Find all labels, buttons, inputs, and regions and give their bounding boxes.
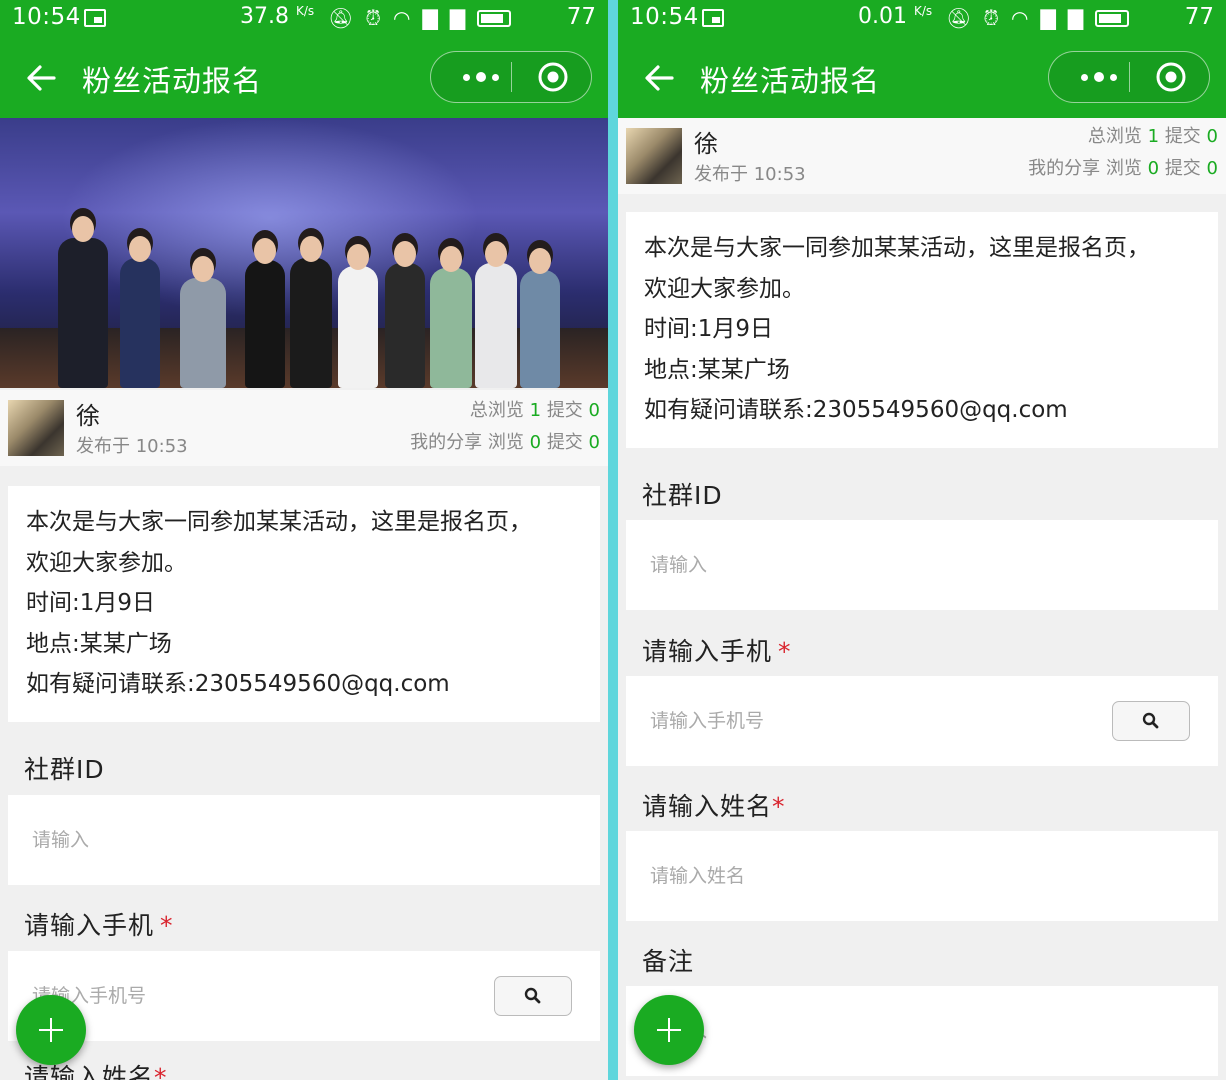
phone-label: 请输入手机 * [24, 911, 174, 940]
battery-icon [1095, 9, 1130, 27]
description-line: 如有疑问请联系:2305549560@qq.com [26, 671, 450, 697]
total-stats: 总浏览 1 提交 0 [469, 400, 600, 421]
publish-time: 发布于 10:53 [694, 164, 806, 185]
alarm-icon: ⏰︎ [365, 6, 381, 30]
community-id-label: 社群ID [24, 755, 105, 784]
close-mini-program-icon[interactable] [1155, 61, 1187, 93]
back-arrow-icon[interactable] [642, 58, 678, 98]
mute-icon: 🔕︎ [328, 6, 354, 30]
my-share-stats: 我的分享 浏览 0 提交 0 [410, 432, 600, 453]
nav-bar: 粉丝活动报名 [618, 38, 1226, 118]
search-button[interactable] [494, 976, 572, 1016]
search-button[interactable] [1112, 701, 1190, 741]
network-speed: 37.8 K/s [240, 4, 315, 29]
author-name: 徐 [694, 130, 718, 158]
author-bar: 徐 发布于 10:53 总浏览 1 提交 0 我的分享 浏览 0 提交 0 [618, 118, 1226, 194]
mute-icon: 🔕︎ [946, 6, 972, 30]
description-line: 欢迎大家参加。 [26, 549, 187, 576]
battery-level: 77 [1184, 4, 1214, 30]
avatar[interactable] [626, 128, 682, 184]
add-fab-button[interactable] [634, 995, 704, 1065]
remark-input[interactable] [650, 1014, 1090, 1048]
total-stats: 总浏览 1 提交 0 [1087, 126, 1218, 147]
community-id-input[interactable] [32, 823, 472, 857]
more-icon[interactable] [1069, 52, 1129, 102]
required-mark: * [778, 637, 792, 666]
required-mark: * [154, 1063, 168, 1080]
phone-field [8, 951, 600, 1041]
description-line: 时间:1月9日 [26, 590, 156, 616]
add-fab-button[interactable] [16, 995, 86, 1065]
author-name: 徐 [76, 402, 100, 430]
phone-screen-left: 10:54 37.8 K/s 🔕︎ ⏰︎ ◠ ▇ ▇ 77 粉丝活动报名 徐 发… [0, 0, 608, 1080]
search-icon [524, 987, 541, 1004]
mini-program-capsule [1048, 51, 1210, 103]
phone-field [626, 676, 1218, 766]
status-bar: 10:54 0.01 K/s 🔕︎ ⏰︎ ◠ ▇ ▇ 77 [618, 0, 1226, 38]
phone-screen-right: 10:54 0.01 K/s 🔕︎ ⏰︎ ◠ ▇ ▇ 77 粉丝活动报名 徐 发… [618, 0, 1226, 1080]
search-icon [1142, 712, 1159, 729]
remark-field [626, 986, 1218, 1076]
name-field [626, 831, 1218, 921]
description-line: 欢迎大家参加。 [644, 275, 805, 302]
description-line: 地点:某某广场 [644, 356, 790, 383]
wifi-icon: ◠ [393, 6, 411, 30]
wifi-icon: ◠ [1011, 6, 1029, 30]
battery-level: 77 [566, 4, 596, 30]
phone-input[interactable] [32, 979, 472, 1013]
avatar[interactable] [8, 400, 64, 456]
name-label: 请输入姓名* [642, 792, 786, 821]
required-mark: * [160, 911, 174, 940]
description-line: 本次是与大家一同参加某某活动，这里是报名页， [26, 509, 532, 535]
mini-program-capsule [430, 51, 592, 103]
signal-4g-icon: ▇ [1040, 6, 1056, 30]
name-input[interactable] [650, 859, 1090, 893]
page-title: 粉丝活动报名 [700, 64, 881, 98]
description-line: 时间:1月9日 [644, 316, 774, 342]
more-icon[interactable] [451, 52, 511, 102]
publish-time: 发布于 10:53 [76, 436, 188, 457]
status-time: 10:54 [630, 4, 699, 30]
image-notification-icon [84, 9, 106, 27]
phone-label: 请输入手机 * [642, 637, 792, 666]
signal-icon: ▇ [1067, 6, 1084, 30]
event-description: 本次是与大家一同参加某某活动，这里是报名页， 欢迎大家参加。 时间:1月9日 地… [626, 212, 1218, 448]
back-arrow-icon[interactable] [24, 58, 60, 98]
required-mark: * [772, 792, 786, 821]
status-bar: 10:54 37.8 K/s 🔕︎ ⏰︎ ◠ ▇ ▇ 77 [0, 0, 608, 38]
battery-icon [477, 9, 512, 27]
community-id-label: 社群ID [642, 481, 723, 510]
community-id-field [626, 520, 1218, 610]
capsule-divider [511, 62, 512, 92]
community-id-input[interactable] [650, 548, 1090, 582]
close-mini-program-icon[interactable] [537, 61, 569, 93]
event-description: 本次是与大家一同参加某某活动，这里是报名页， 欢迎大家参加。 时间:1月9日 地… [8, 486, 600, 722]
description-line: 地点:某某广场 [26, 630, 172, 657]
description-line: 如有疑问请联系:2305549560@qq.com [644, 397, 1068, 423]
status-time: 10:54 [12, 4, 81, 30]
alarm-icon: ⏰︎ [983, 6, 999, 30]
remark-label: 备注 [642, 947, 695, 976]
capsule-divider [1129, 62, 1130, 92]
image-notification-icon [702, 9, 724, 27]
my-share-stats: 我的分享 浏览 0 提交 0 [1028, 158, 1218, 179]
signal-icon: ▇ [449, 6, 466, 30]
event-banner-image [0, 118, 608, 388]
network-speed: 0.01 K/s [858, 4, 933, 29]
signal-4g-icon: ▇ [422, 6, 438, 30]
page-title: 粉丝活动报名 [82, 64, 263, 98]
author-bar: 徐 发布于 10:53 总浏览 1 提交 0 我的分享 浏览 0 提交 0 [0, 390, 608, 466]
phone-input[interactable] [650, 704, 1090, 738]
community-id-field [8, 795, 600, 885]
description-line: 本次是与大家一同参加某某活动，这里是报名页， [644, 235, 1150, 261]
nav-bar: 粉丝活动报名 [0, 38, 608, 118]
